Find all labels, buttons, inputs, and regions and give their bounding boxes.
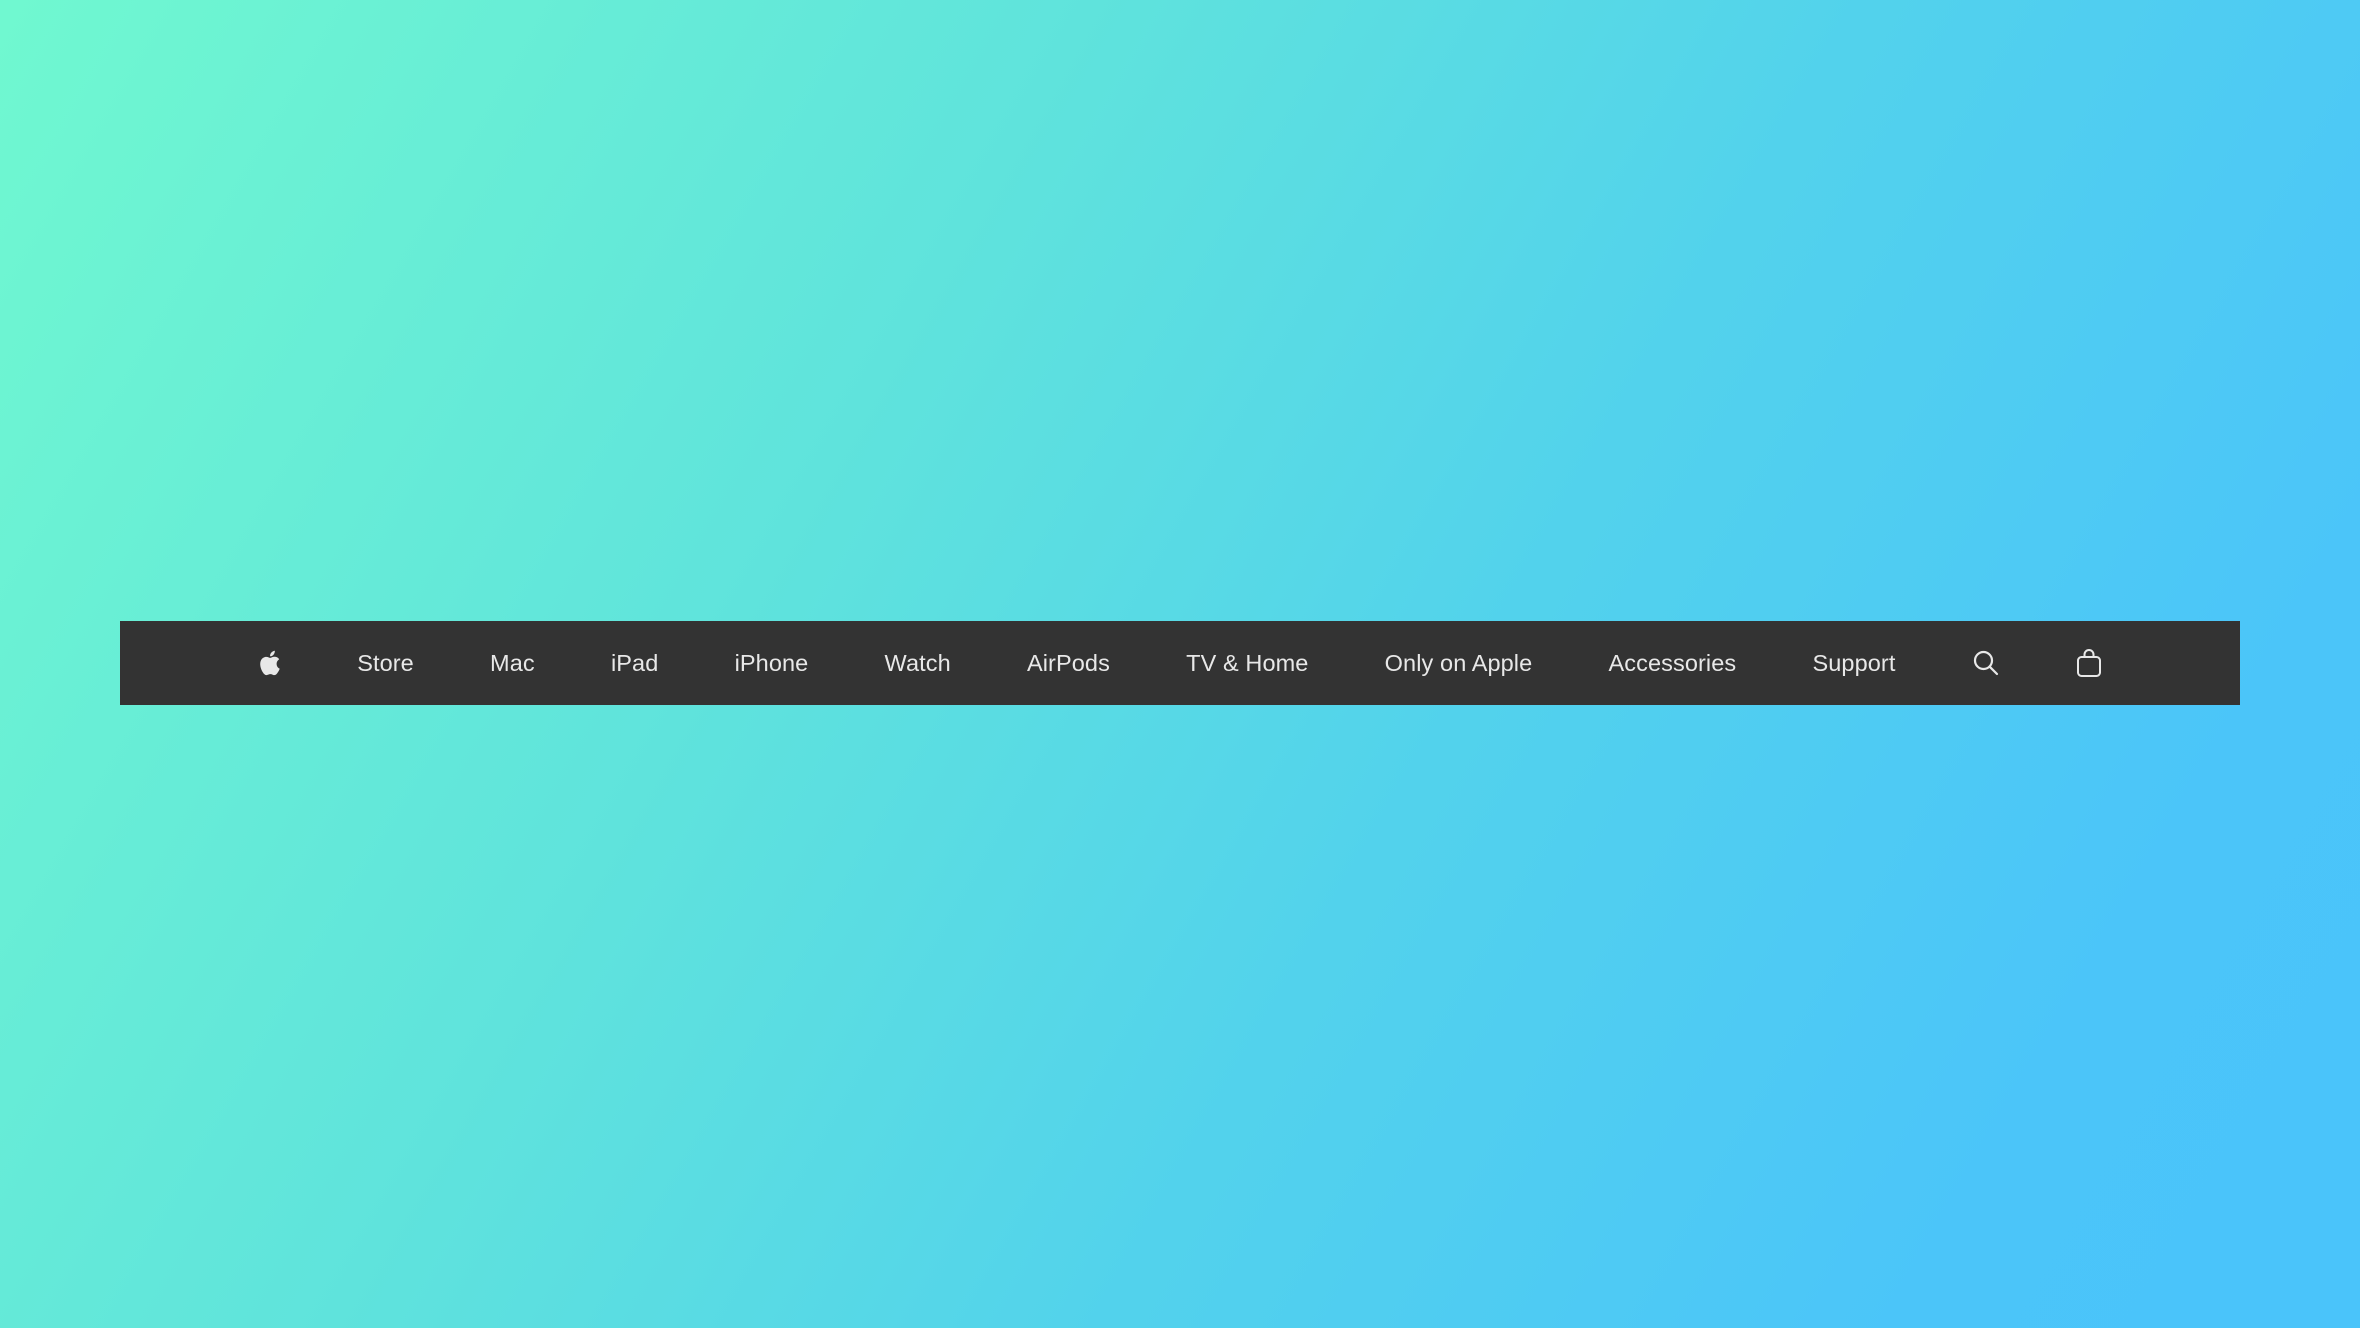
nav-item-only-on-apple[interactable]: Only on Apple bbox=[1385, 621, 1533, 705]
global-nav: Store Mac iPad iPhone Watch AirPods TV &… bbox=[120, 621, 2240, 705]
nav-item-iphone[interactable]: iPhone bbox=[735, 621, 809, 705]
shopping-bag-button[interactable] bbox=[2076, 621, 2102, 705]
nav-item-support[interactable]: Support bbox=[1812, 621, 1895, 705]
nav-item-watch[interactable]: Watch bbox=[885, 621, 951, 705]
nav-item-accessories[interactable]: Accessories bbox=[1608, 621, 1736, 705]
nav-item-mac[interactable]: Mac bbox=[490, 621, 535, 705]
nav-item-airpods[interactable]: AirPods bbox=[1027, 621, 1110, 705]
shopping-bag-icon bbox=[2076, 648, 2102, 678]
search-icon bbox=[1972, 649, 2000, 677]
nav-item-tv-home[interactable]: TV & Home bbox=[1186, 621, 1308, 705]
nav-item-ipad[interactable]: iPad bbox=[611, 621, 658, 705]
search-button[interactable] bbox=[1972, 621, 2000, 705]
apple-logo-link[interactable] bbox=[257, 621, 281, 705]
apple-logo-icon bbox=[257, 648, 281, 678]
nav-item-store[interactable]: Store bbox=[357, 621, 414, 705]
